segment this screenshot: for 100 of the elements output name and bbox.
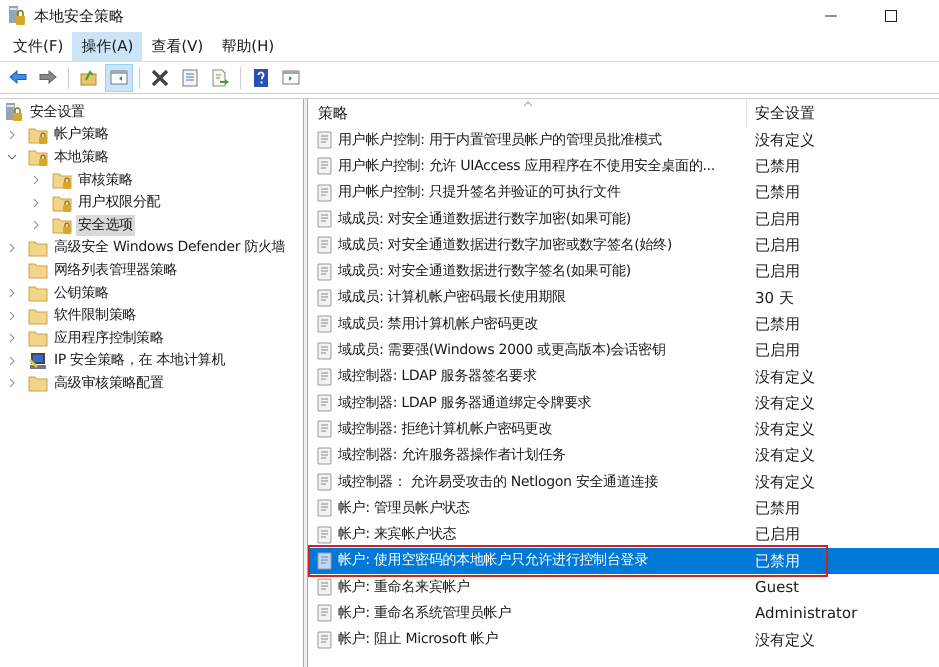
policy-icon — [316, 394, 334, 412]
table-row[interactable]: 域成员: 计算机帐户密码最长使用期限 30 天 — [308, 284, 939, 312]
policy-icon — [316, 131, 334, 150]
table-cell-text: 域成员: 需要强(Windows 2000 或更高版本)会话密钥 — [338, 341, 666, 360]
policy-icon — [316, 630, 334, 649]
policy-icon — [316, 368, 334, 386]
expand-chevron-icon[interactable] — [8, 289, 16, 298]
table-row[interactable]: 域成员: 对安全通道数据进行数字加密(如果可能) 已启用 — [308, 206, 939, 232]
menu-item[interactable]: 文件(F) — [4, 32, 72, 61]
table-row[interactable]: 帐户: 重命名来宾帐户 Guest — [308, 574, 939, 600]
table-cell-text: 帐户: 管理员帐户状态 — [338, 498, 470, 518]
policy-icon — [316, 473, 334, 491]
table-row[interactable]: 帐户: 阻止 Microsoft 帐户 没有定义 — [308, 626, 939, 653]
table-cell-text: 用户帐户控制: 只提升签名并验证的可执行文件 — [338, 183, 621, 202]
expand-chevron-icon[interactable] — [8, 356, 16, 365]
table-row[interactable]: 域控制器: LDAP 服务器通道绑定令牌要求 没有定义 — [308, 390, 939, 416]
policy-icon — [316, 552, 334, 570]
tree-item[interactable]: 应用程序控制策略 — [52, 328, 166, 349]
policy-icon — [316, 420, 334, 438]
policy-icon — [316, 499, 334, 518]
table-cell-text: 已禁用 — [754, 156, 800, 178]
table-cell-text: 用户帐户控制: 用于内置管理员帐户的管理员批准模式 — [338, 130, 662, 150]
policy-icon — [316, 604, 334, 622]
table-cell-text: 帐户: 重命名来宾帐户 — [338, 578, 470, 597]
help-icon — [251, 68, 271, 88]
table-cell-text: 已启用 — [754, 235, 800, 256]
table-cell-text: 已启用 — [754, 524, 800, 546]
table-cell-text: 已禁用 — [754, 550, 800, 572]
table-cell-text: 域成员: 对安全通道数据进行数字加密或数字签名(始终) — [338, 236, 672, 255]
menu-item[interactable]: 操作(A) — [72, 32, 142, 61]
tree-item[interactable]: IP 安全策略，在 本地计算机 — [52, 350, 227, 372]
tree-item[interactable]: 帐户策略 — [52, 124, 111, 146]
expand-chevron-icon[interactable] — [8, 244, 16, 252]
table-row[interactable]: 用户帐户控制: 只提升签名并验证的可执行文件 已禁用 — [308, 180, 939, 206]
table-row[interactable]: 域控制器: 拒绝计算机帐户密码更改 没有定义 — [308, 416, 939, 443]
table-cell-text: 没有定义 — [754, 445, 815, 466]
column-header[interactable]: 安全设置 — [747, 99, 939, 127]
policy-icon — [316, 446, 334, 465]
tree-item[interactable]: 审核策略 — [76, 170, 135, 191]
maximize-icon[interactable] — [885, 10, 897, 22]
table-cell-text: 帐户: 来宾帐户状态 — [338, 525, 456, 544]
table-cell-text: 已禁用 — [754, 314, 800, 335]
table-cell-text: 没有定义 — [754, 392, 815, 414]
table-cell-text: 域控制器： 允许易受攻击的 Netlogon 安全通道连接 — [338, 472, 658, 492]
table-cell-text: 没有定义 — [754, 472, 815, 493]
toolbar-button[interactable] — [105, 64, 133, 92]
menu-item[interactable]: 帮助(H) — [212, 32, 284, 61]
table-row[interactable]: 域成员: 对安全通道数据进行数字签名(如果可能) 已启用 — [308, 258, 939, 285]
table-cell-text: 30 天 — [754, 288, 794, 309]
tree-item[interactable]: 公钥策略 — [52, 282, 111, 304]
policy-icon — [316, 184, 334, 202]
expand-chevron-icon[interactable] — [8, 312, 16, 320]
table-row[interactable]: 用户帐户控制: 用于内置管理员帐户的管理员批准模式 没有定义 — [308, 127, 939, 154]
policy-icon — [316, 210, 334, 228]
table-cell-text: 已禁用 — [754, 498, 800, 520]
pane-toggle-icon — [109, 68, 129, 88]
table-row[interactable]: 帐户: 来宾帐户状态 已启用 — [308, 521, 939, 548]
tree-item[interactable]: 安全选项 — [76, 214, 135, 236]
tree-item[interactable]: 软件限制策略 — [52, 305, 138, 326]
table-row[interactable]: 用户帐户控制: 允许 UIAccess 应用程序在不使用安全桌面的... 已禁用 — [308, 153, 939, 180]
expand-chevron-icon[interactable] — [32, 176, 40, 184]
table-row[interactable]: 帐户: 重命名系统管理员帐户 Administrator — [308, 600, 939, 627]
table-cell-text: 域成员: 计算机帐户密码最长使用期限 — [338, 288, 566, 308]
table-cell-text: Guest — [754, 576, 800, 598]
table-cell-text: 已启用 — [754, 208, 800, 230]
table-cell-text: 帐户: 阻止 Microsoft 帐户 — [338, 630, 498, 650]
tree-item[interactable]: 高级审核策略配置 — [52, 372, 166, 394]
tree-item[interactable]: 用户权限分配 — [76, 192, 162, 214]
tree-item[interactable]: 高级安全 Windows Defender 防火墙 — [52, 237, 288, 258]
column-header[interactable]: 策略 — [308, 99, 747, 127]
policy-icon — [316, 526, 334, 544]
table-row[interactable]: 域控制器: LDAP 服务器签名要求 没有定义 — [308, 364, 939, 390]
delete-x-icon — [150, 68, 170, 88]
table-cell-text: 域成员: 对安全通道数据进行数字签名(如果可能) — [338, 262, 631, 282]
table-cell-text: 域控制器: LDAP 服务器通道绑定令牌要求 — [338, 394, 592, 413]
table-row[interactable]: 域控制器: 允许服务器操作者计划任务 没有定义 — [308, 442, 939, 469]
expand-chevron-icon[interactable] — [32, 221, 40, 230]
menu-item[interactable]: 查看(V) — [142, 32, 212, 61]
table-row[interactable]: 帐户: 使用空密码的本地帐户只允许进行控制台登录 已禁用 — [308, 548, 939, 574]
table-cell-text: Administrator — [754, 603, 858, 624]
expand-chevron-icon[interactable] — [8, 130, 16, 139]
tree-item[interactable]: 本地策略 — [52, 146, 111, 168]
policy-icon — [316, 236, 334, 254]
collapse-chevron-icon[interactable] — [8, 153, 16, 162]
table-cell-text: 域控制器: 允许服务器操作者计划任务 — [338, 446, 566, 466]
policy-icon — [316, 157, 334, 176]
table-row[interactable]: 域成员: 对安全通道数据进行数字加密或数字签名(始终) 已启用 — [308, 232, 939, 258]
table-row[interactable]: 帐户: 管理员帐户状态 已禁用 — [308, 495, 939, 522]
table-row[interactable]: 域成员: 禁用计算机帐户密码更改 已禁用 — [308, 311, 939, 338]
expand-chevron-icon[interactable] — [8, 379, 16, 388]
expand-chevron-icon[interactable] — [32, 198, 40, 207]
policy-icon — [316, 578, 334, 596]
table-row[interactable]: 域成员: 需要强(Windows 2000 或更高版本)会话密钥 已启用 — [308, 337, 939, 364]
table-cell-text: 域成员: 禁用计算机帐户密码更改 — [338, 314, 538, 334]
tree-item[interactable]: 网络列表管理器策略 — [52, 260, 180, 281]
table-row[interactable]: 域控制器： 允许易受攻击的 Netlogon 安全通道连接 没有定义 — [308, 468, 939, 496]
tree-item[interactable]: 安全设置 — [28, 102, 87, 123]
expand-chevron-icon[interactable] — [8, 334, 16, 342]
folder-arrow-icon — [79, 68, 99, 88]
window-title: 本地安全策略 — [34, 6, 124, 27]
